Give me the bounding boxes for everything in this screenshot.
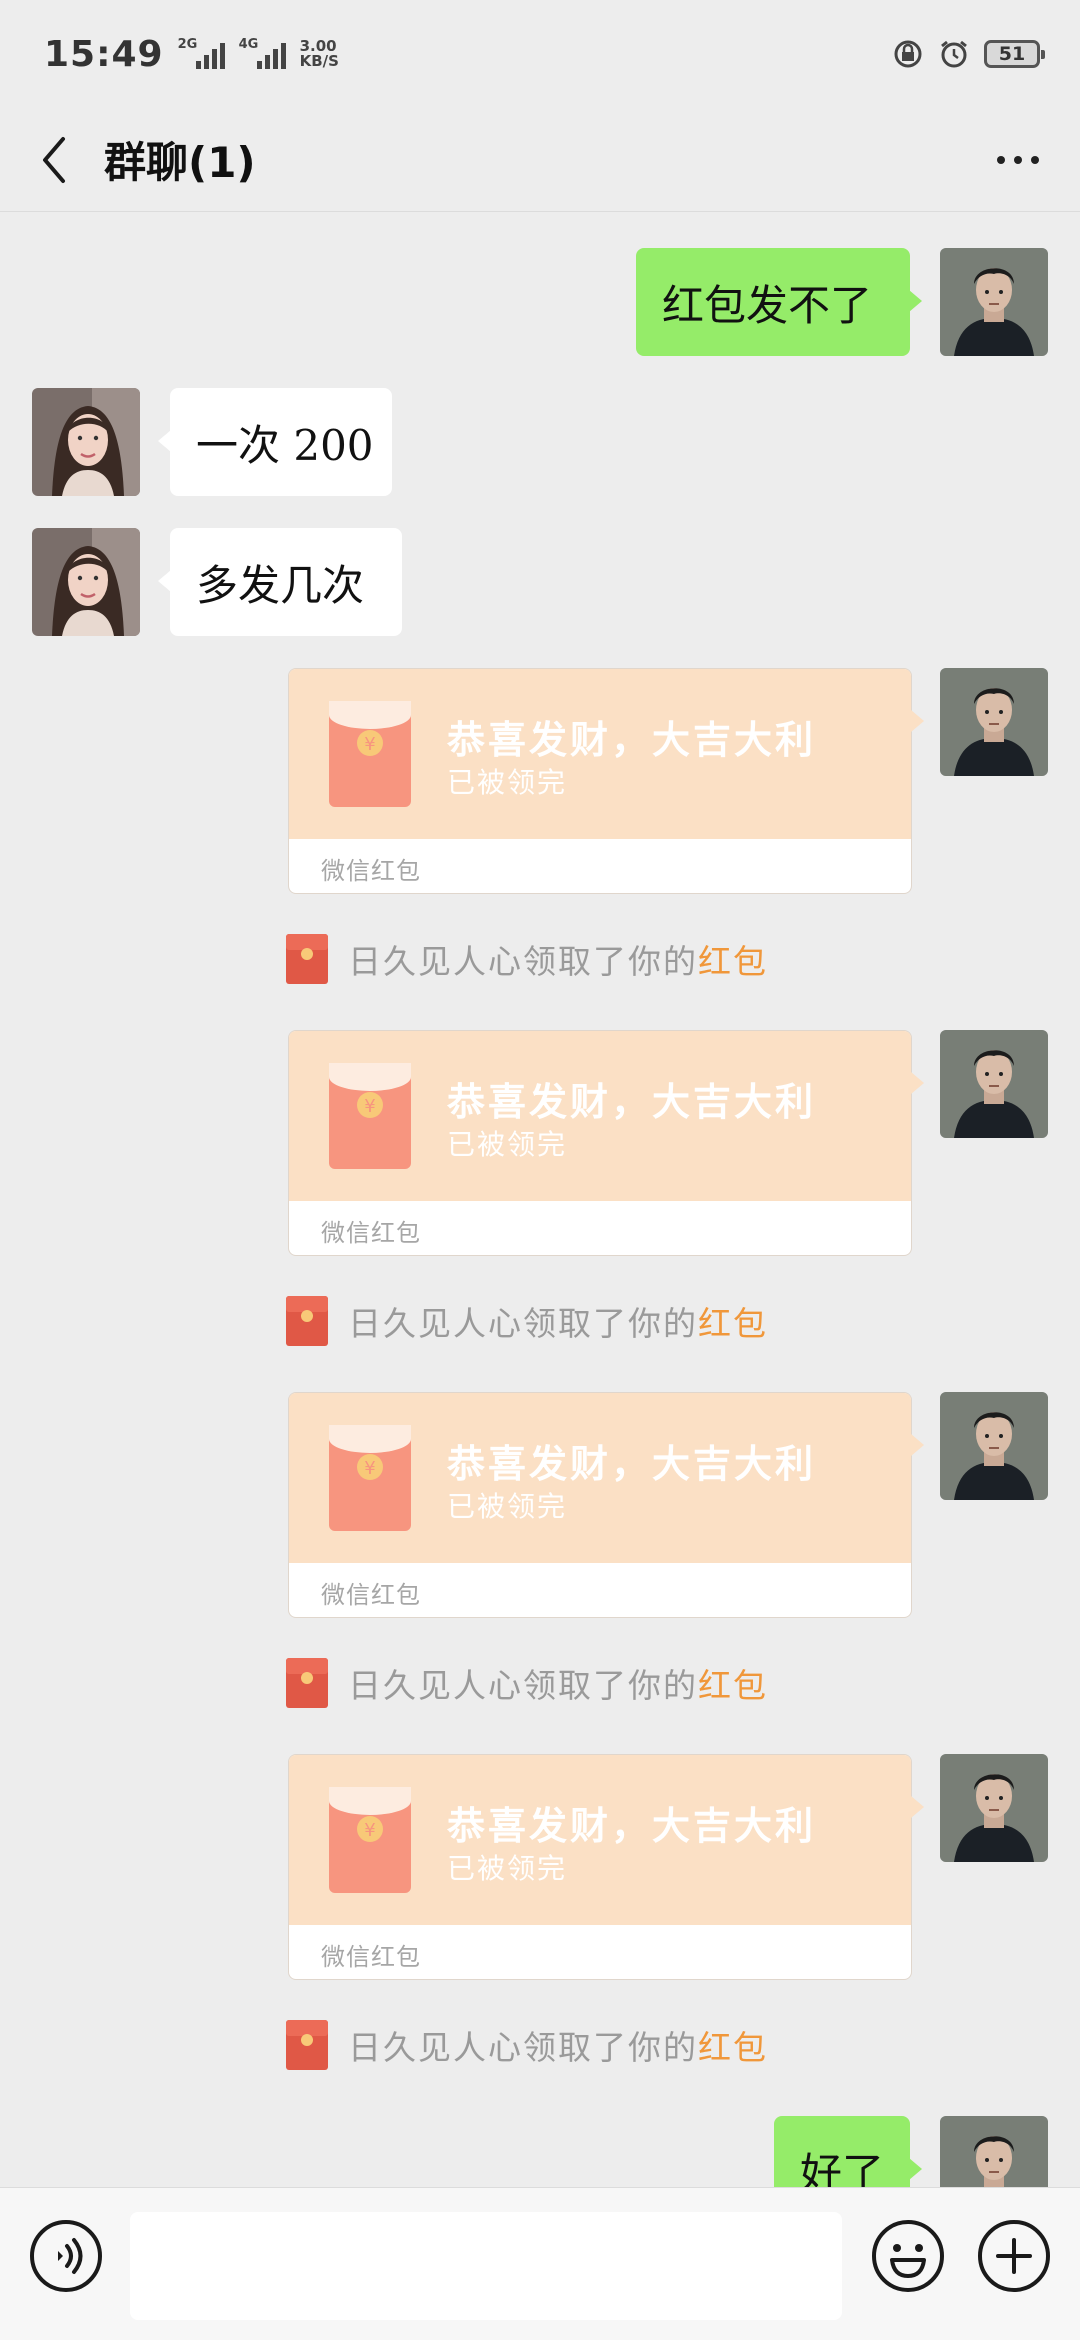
emoji-icon [872,2220,944,2292]
message-text: 多发几次 [196,560,365,610]
chat-area[interactable]: ¥ 红包发不了 一次 200 多发几次 恭喜发财，大吉大利 已被领完 微信红包 [0,212,1080,2187]
red-packet-icon [329,1787,411,1893]
voice-button[interactable] [28,2218,104,2294]
red-packet-card[interactable]: 恭喜发财，大吉大利 已被领完 微信红包 [288,1392,912,1618]
red-packet-title: 恭喜发财，大吉大利 [447,717,817,762]
red-packet-link[interactable]: 红包 [698,1666,768,1705]
status-left: 15:49 2G 4G 3.00 KB/S [44,34,339,75]
red-packet-title: 恭喜发财，大吉大利 [447,1079,817,1124]
message-bubble-received[interactable]: 多发几次 [158,528,402,636]
my-avatar[interactable] [940,1030,1048,1138]
net-speed-unit: KB/S [299,52,339,70]
input-bar [0,2187,1080,2340]
red-packet-status: 已被领完 [447,1490,568,1523]
signal-2g-icon: 2G [177,37,225,69]
alarm-icon [941,40,967,68]
red-packet-icon [286,1296,328,1346]
system-notice: 日久见人心领取了你的红包 [286,2018,768,2072]
red-packet-icon [329,1063,411,1169]
friend-avatar[interactable] [32,388,140,496]
bubble-tail [911,1072,924,1094]
rotation-lock-icon [894,40,922,68]
system-notice-text: 日久见人心领取了你的红包 [348,942,768,981]
voice-icon [30,2220,102,2292]
red-packet-icon [286,1658,328,1708]
my-avatar[interactable] [940,248,1048,356]
back-arrow-icon [43,136,65,183]
message-text: 红包发不了 [662,280,873,330]
friend-avatar[interactable] [32,528,140,636]
system-notice-text: 日久见人心领取了你的红包 [348,1304,768,1343]
chat-header: 群聊(1) [0,108,1080,212]
status-bar: 15:49 2G 4G 3.00 KB/S 51 [0,0,1080,108]
status-time: 15:49 [44,33,164,75]
net-speed: 3.00 KB/S [300,39,339,69]
red-packet-link[interactable]: 红包 [698,2028,768,2067]
red-packet-footer: 微信红包 [321,1581,421,1609]
system-notice: 日久见人心领取了你的红包 [286,1656,768,1710]
emoji-button[interactable] [870,2218,946,2294]
red-packet-title: 恭喜发财，大吉大利 [447,1441,817,1486]
more-functions-button[interactable] [976,2218,1052,2294]
more-dots-icon [997,156,1005,164]
message-input[interactable] [130,2212,842,2320]
chat-title: 群聊(1) [104,138,256,187]
message-bubble-sent[interactable]: 红包发不了 [636,248,922,356]
bubble-tail [911,710,924,732]
signal-4g-label: 4G [238,37,259,52]
red-packet-icon [329,701,411,807]
system-notice-text: 日久见人心领取了你的红包 [348,1666,768,1705]
red-packet-link[interactable]: 红包 [698,942,768,981]
message-bubble-received[interactable]: 一次 200 [158,388,392,496]
message-text: 一次 200 [196,420,374,470]
my-avatar[interactable] [940,1754,1048,1862]
red-packet-title: 恭喜发财，大吉大利 [447,1803,817,1848]
red-packet-status: 已被领完 [447,1852,568,1885]
red-packet-icon [329,1425,411,1531]
more-button[interactable] [986,138,1050,182]
red-packet-status: 已被领完 [447,766,568,799]
message-text: 好了 [800,2148,885,2188]
my-avatar[interactable] [940,2116,1048,2187]
system-notice-text: 日久见人心领取了你的红包 [348,2028,768,2067]
system-notice: 日久见人心领取了你的红包 [286,932,768,986]
bubble-tail [911,1434,924,1456]
red-packet-icon [286,934,328,984]
red-packet-status: 已被领完 [447,1128,568,1161]
red-packet-footer: 微信红包 [321,857,421,885]
red-packet-link[interactable]: 红包 [698,1304,768,1343]
red-packet-icon [286,2020,328,2070]
bubble-tail [911,1796,924,1818]
red-packet-card[interactable]: 恭喜发财，大吉大利 已被领完 微信红包 [288,1030,912,1256]
system-notice: 日久见人心领取了你的红包 [286,1294,768,1348]
signal-2g-label: 2G [177,37,198,52]
back-button[interactable] [4,108,104,212]
battery-icon: 51 [984,40,1045,68]
red-packet-card[interactable]: 恭喜发财，大吉大利 已被领完 微信红包 [288,668,912,894]
red-packet-footer: 微信红包 [321,1943,421,1971]
plus-icon [978,2220,1050,2292]
my-avatar[interactable] [940,668,1048,776]
my-avatar[interactable] [940,1392,1048,1500]
message-bubble-sent[interactable]: 好了 [774,2116,922,2188]
red-packet-footer: 微信红包 [321,1219,421,1247]
red-packet-card[interactable]: 恭喜发财，大吉大利 已被领完 微信红包 [288,1754,912,1980]
signal-4g-icon: 4G [238,37,286,69]
status-right: 51 [892,38,1045,70]
